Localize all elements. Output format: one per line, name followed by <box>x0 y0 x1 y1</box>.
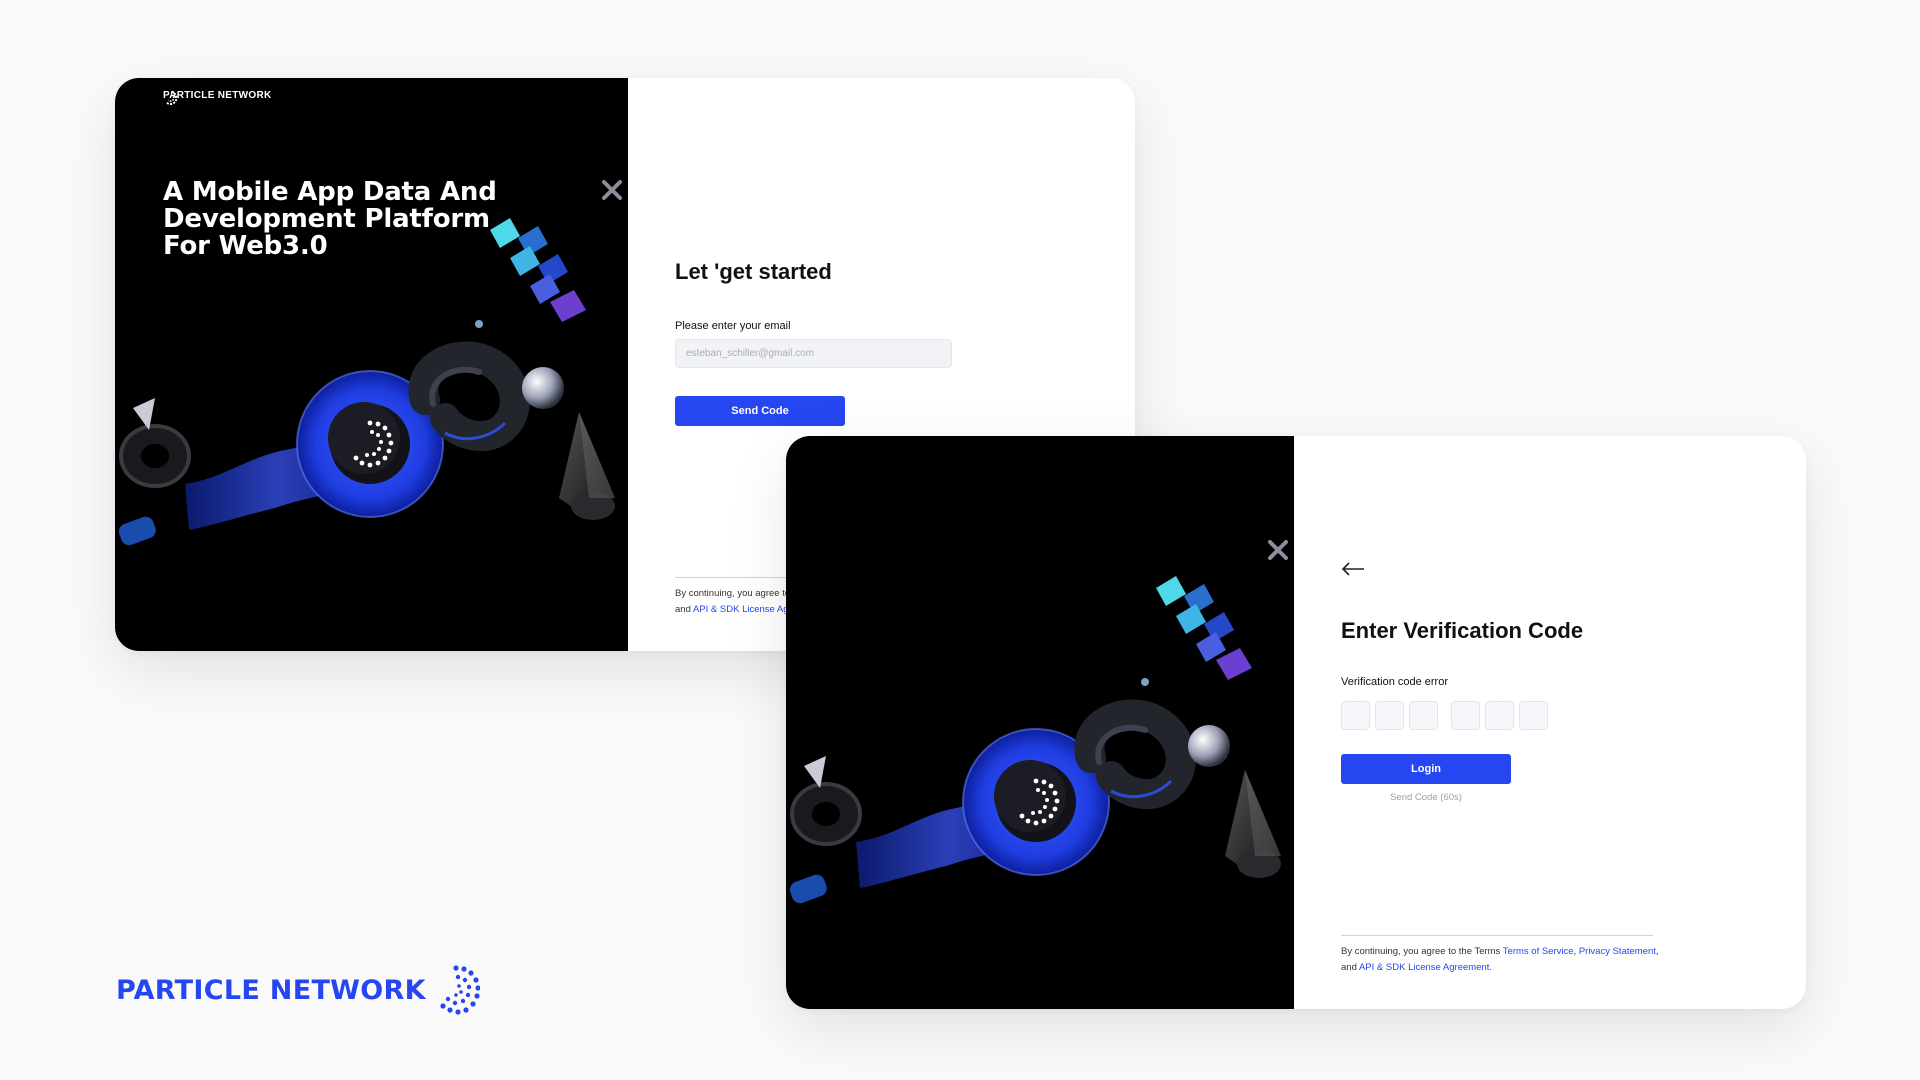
login-button[interactable]: Login <box>1341 754 1511 784</box>
terms-prefix: By continuing, you agree to the Terms <box>1341 946 1503 957</box>
code-digit-3[interactable] <box>1409 701 1438 730</box>
code-digit-6[interactable] <box>1519 701 1548 730</box>
particle-logo-icon <box>165 91 178 105</box>
email-field-label: Please enter your email <box>675 320 791 332</box>
terms-of-service-link[interactable]: Terms of Service <box>1503 946 1574 957</box>
brand-logo-small: PARTICLE NETWORK <box>163 90 272 105</box>
brand-name-small: PARTICLE NETWORK <box>163 90 272 101</box>
verification-card: Enter Verification Code Verification cod… <box>786 436 1806 1009</box>
code-digit-5[interactable] <box>1485 701 1514 730</box>
page-title: Enter Verification Code <box>1341 618 1584 643</box>
hero-3d-illustration <box>789 540 1288 904</box>
zigzag-cubes <box>1156 576 1252 680</box>
hero-artwork-panel <box>786 436 1294 1009</box>
verification-code-input <box>1341 701 1553 730</box>
terms-suffix: . <box>1489 962 1493 973</box>
send-code-button[interactable]: Send Code <box>675 396 845 426</box>
resend-code-countdown: Send Code (60s) <box>1390 792 1462 803</box>
page-title: Let 'get started <box>675 259 832 284</box>
hero-3d-illustration <box>118 180 622 546</box>
privacy-statement-link[interactable]: Privacy Statement <box>1579 946 1656 957</box>
brand-name-large: PARTICLE NETWORK <box>116 974 426 1006</box>
hero-headline: A Mobile App Data And Development Platfo… <box>163 177 497 261</box>
api-sdk-license-link[interactable]: API & SDK License Agreement <box>1359 962 1489 973</box>
code-digit-1[interactable] <box>1341 701 1370 730</box>
code-digit-2[interactable] <box>1375 701 1404 730</box>
hero-artwork-panel: PARTICLE NETWORK A Mobile App Data And D… <box>115 78 628 651</box>
verification-error-label: Verification code error <box>1341 676 1448 688</box>
divider <box>1341 935 1653 936</box>
terms-text: By continuing, you agree to the Terms Te… <box>1341 944 1661 976</box>
verification-form-panel: Enter Verification Code Verification cod… <box>1294 436 1806 1009</box>
arrow-left-icon[interactable] <box>1341 562 1365 576</box>
particle-logo-icon <box>440 965 480 1015</box>
brand-logo-large: PARTICLE NETWORK <box>116 964 480 1016</box>
code-digit-4[interactable] <box>1451 701 1480 730</box>
email-input[interactable] <box>675 339 952 368</box>
